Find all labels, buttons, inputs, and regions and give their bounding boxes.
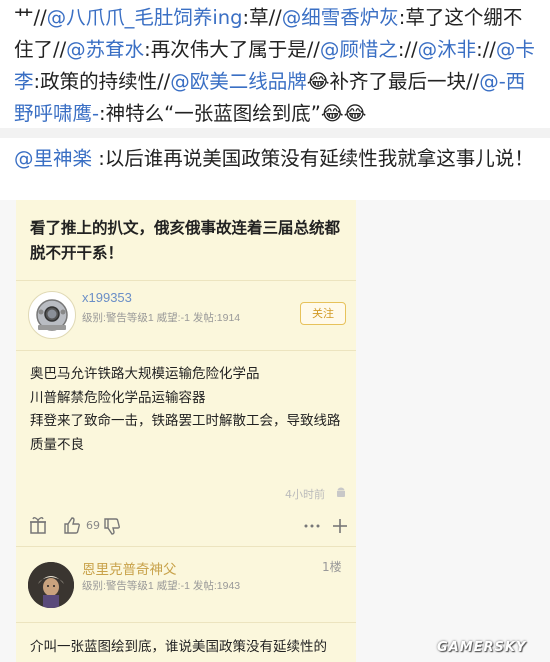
repost-text: :再次伟大了属于是// <box>144 38 320 61</box>
android-icon <box>337 487 345 497</box>
username[interactable]: 恩里克普奇神父 <box>82 558 177 578</box>
more-icon[interactable] <box>302 510 322 542</box>
post-line: 川普解禁危险化学品运输容器 <box>30 389 206 406</box>
laugh-cry-emoji-icon: 😂 <box>306 70 330 93</box>
repost-text: :神特么“一张蓝图绘到底” <box>99 102 321 125</box>
repost-text: 艹// <box>14 6 47 29</box>
post-body: 奥巴马允许铁路大规模运输危险化学品 川普解禁危险化学品运输容器 拜登来了致命一击… <box>30 363 348 457</box>
laugh-cry-emoji-icon: 😂😂 <box>320 102 367 125</box>
user-meta: 级别:警告等级1 威望:-1 发帖:1914 <box>82 312 241 324</box>
follow-button[interactable]: 关注 <box>300 302 346 325</box>
screenshot-card[interactable]: 看了推上的扒文，俄亥俄事故连着三届总统都脱不开干系！ x199353 级别:警告… <box>16 200 356 662</box>
comment-text: :以后谁再说美国政策没有延续性我就拿这事儿说！ <box>92 147 534 170</box>
timestamp: 4小时前 <box>285 488 325 501</box>
mention-link[interactable]: @沐非 <box>418 38 477 61</box>
mention-link[interactable]: @欧美二线品牌 <box>170 70 307 93</box>
diving-helmet-avatar[interactable] <box>28 291 76 339</box>
site-watermark: GAMERSKY <box>437 640 527 655</box>
card-headline: 看了推上的扒文，俄亥俄事故连着三届总统都脱不开干系！ <box>30 219 341 262</box>
divider <box>16 280 356 281</box>
mention-link[interactable]: @细雪香炉灰 <box>282 6 399 29</box>
mention-link[interactable]: @苏耷水 <box>66 38 144 61</box>
helmet-icon <box>36 299 68 331</box>
post-line: 奥巴马允许铁路大规模运输危险化学品 <box>30 366 260 382</box>
comment: @里神楽 :以后谁再说美国政策没有延续性我就拿这事儿说！ <box>14 143 538 174</box>
mention-link[interactable]: @顾惜之 <box>320 38 398 61</box>
comment-author-link[interactable]: @里神楽 <box>14 147 92 170</box>
repost-chain: 艹//@八爪爪_毛肚饲养ing:草//@细雪香炉灰:草了这个绷不住了//@苏耷水… <box>14 2 538 130</box>
character-avatar[interactable] <box>28 562 74 608</box>
like-count: 69 <box>86 519 100 532</box>
section-divider <box>0 128 550 138</box>
thumbs-down-icon[interactable] <box>102 510 122 542</box>
repost-text: :草// <box>242 6 282 29</box>
gift-icon[interactable] <box>28 510 48 542</box>
post-line: 拜登来了致命一击，铁路罢工时解散工会，导致线路质量不良 <box>30 413 341 453</box>
repost-text: :// <box>476 38 496 61</box>
user-meta: 级别:警告等级1 威望:-1 发帖:1943 <box>82 580 241 592</box>
divider <box>16 546 356 547</box>
divider <box>16 350 356 351</box>
username[interactable]: x199353 <box>82 290 132 305</box>
repost-text: :政策的持续性// <box>33 70 171 93</box>
plus-icon[interactable] <box>330 510 350 542</box>
floor-number: 1楼 <box>322 560 342 574</box>
mention-link[interactable]: @八爪爪_毛肚饲养ing <box>47 6 243 29</box>
repost-text: 补齐了最后一块// <box>329 70 480 93</box>
thumbs-up-icon[interactable] <box>62 510 82 542</box>
repost-text: :// <box>397 38 418 61</box>
action-bar: 69 <box>16 510 356 542</box>
reply-text: 介叫一张蓝图绘到底，谁说美国政策没有延续性的 <box>30 639 327 655</box>
divider <box>16 622 356 623</box>
character-avatar-icon <box>28 562 74 608</box>
